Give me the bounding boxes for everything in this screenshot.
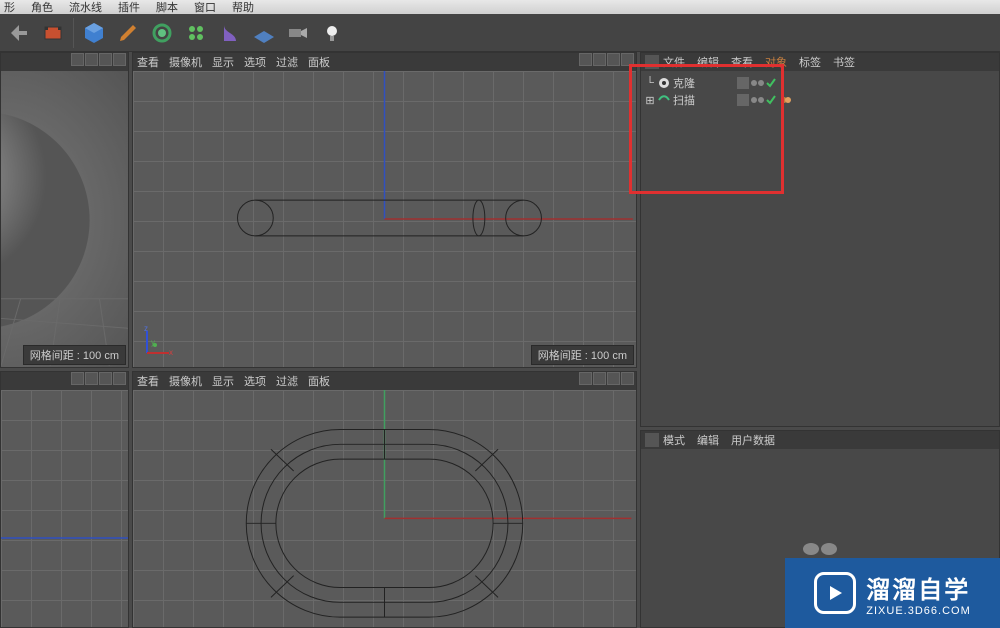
watermark-logo: 溜溜自学 ZIXUE.3D66.COM — [785, 558, 1000, 628]
svg-text:y: y — [151, 338, 155, 347]
object-manager-header: 文件 编辑 查看 对象 标签 书签 — [641, 53, 999, 71]
viewport-nav-icon[interactable] — [71, 372, 84, 385]
menu-item[interactable]: 形 — [4, 0, 15, 15]
obj-menu-item[interactable]: 编辑 — [697, 54, 719, 70]
viewport-header: 查看 摄像机 显示 选项 过滤 面板 — [133, 372, 636, 390]
vp-menu-item[interactable]: 摄像机 — [169, 373, 202, 389]
viewport-nav-icon[interactable] — [621, 372, 634, 385]
array-icon[interactable] — [181, 18, 211, 48]
main-menubar: 形 角色 流水线 插件 脚本 窗口 帮助 — [0, 0, 1000, 14]
object-manager-panel: 文件 编辑 查看 对象 标签 书签 └ 克隆 — [640, 52, 1000, 427]
tag-icon[interactable] — [780, 94, 792, 106]
menu-item[interactable]: 脚本 — [156, 0, 178, 15]
main-toolbar — [0, 14, 1000, 52]
viewport-nav-icon[interactable] — [607, 372, 620, 385]
viewport-header — [1, 53, 128, 71]
pen-icon[interactable] — [113, 18, 143, 48]
vp-menu-item[interactable]: 显示 — [212, 54, 234, 70]
menu-item[interactable]: 角色 — [31, 0, 53, 15]
vp-menu-item[interactable]: 过滤 — [276, 373, 298, 389]
object-name-label[interactable]: 克隆 — [673, 75, 733, 91]
viewport-header — [1, 372, 128, 390]
layer-swatch[interactable] — [737, 94, 749, 106]
obj-menu-item[interactable]: 标签 — [799, 54, 821, 70]
viewport-perspective[interactable]: 网格间距 : 100 cm — [0, 52, 129, 368]
sweep-icon — [657, 93, 671, 107]
viewport-nav-icon[interactable] — [85, 53, 98, 66]
menu-item[interactable]: 流水线 — [69, 0, 102, 15]
object-tree-item[interactable]: ⊞ 扫描 — [645, 92, 995, 108]
viewport-nav-icon[interactable] — [99, 372, 112, 385]
vp-menu-item[interactable]: 摄像机 — [169, 54, 202, 70]
watermark-title: 溜溜自学 — [866, 570, 970, 605]
vp-menu-item[interactable]: 面板 — [308, 373, 330, 389]
expand-icon[interactable]: ⊞ — [645, 94, 655, 107]
svg-text:x: x — [169, 348, 173, 357]
viewport-nav-icon[interactable] — [113, 372, 126, 385]
deformer-icon[interactable] — [215, 18, 245, 48]
viewport-nav-icon[interactable] — [71, 53, 84, 66]
viewport-left[interactable] — [0, 371, 129, 628]
viewport-nav-icon[interactable] — [99, 53, 112, 66]
menu-item[interactable]: 帮助 — [232, 0, 254, 15]
floor-icon[interactable] — [249, 18, 279, 48]
menu-item[interactable]: 插件 — [118, 0, 140, 15]
vp-menu-item[interactable]: 过滤 — [276, 54, 298, 70]
object-tree[interactable]: └ 克隆 ⊞ 扫描 — [641, 71, 999, 113]
obj-menu-item[interactable]: 查看 — [731, 54, 753, 70]
viewport-nav-icon[interactable] — [579, 372, 592, 385]
object-tree-item[interactable]: └ 克隆 — [645, 75, 995, 91]
tree-line-icon: └ — [645, 77, 655, 89]
grip-icon[interactable] — [645, 433, 659, 447]
grid-info-label: 网格间距 : 100 cm — [531, 345, 634, 365]
attr-menu-item[interactable]: 模式 — [663, 432, 685, 448]
obj-menu-item[interactable]: 文件 — [663, 54, 685, 70]
light-icon[interactable] — [317, 18, 347, 48]
object-name-label[interactable]: 扫描 — [673, 92, 733, 108]
grid-info-label: 网格间距 : 100 cm — [23, 345, 126, 365]
vp-menu-item[interactable]: 选项 — [244, 373, 266, 389]
viewport-nav-icon[interactable] — [579, 53, 592, 66]
grip-icon[interactable] — [645, 55, 659, 69]
watermark-subtitle: ZIXUE.3D66.COM — [866, 605, 970, 617]
vp-menu-item[interactable]: 显示 — [212, 373, 234, 389]
attr-menu-item[interactable]: 用户数据 — [731, 432, 775, 448]
cube-icon[interactable] — [79, 18, 109, 48]
viewport-nav-icon[interactable] — [593, 372, 606, 385]
vp-menu-item[interactable]: 面板 — [308, 54, 330, 70]
viewport-nav-icon[interactable] — [621, 53, 634, 66]
attribute-manager-header: 模式 编辑 用户数据 — [641, 431, 999, 449]
viewport-nav-icon[interactable] — [85, 372, 98, 385]
obj-menu-item[interactable]: 对象 — [765, 54, 787, 70]
film-icon[interactable] — [38, 18, 68, 48]
visibility-dots[interactable] — [751, 97, 764, 103]
camera-icon[interactable] — [283, 18, 313, 48]
obj-menu-item[interactable]: 书签 — [833, 54, 855, 70]
visibility-dots[interactable] — [751, 80, 764, 86]
viewport-header: 查看 摄像机 显示 选项 过滤 面板 — [133, 53, 636, 71]
vp-menu-item[interactable]: 查看 — [137, 54, 159, 70]
viewport-top[interactable]: 查看 摄像机 显示 选项 过滤 面板 顶视图 — [132, 52, 637, 368]
vp-menu-item[interactable]: 查看 — [137, 373, 159, 389]
clone-icon — [657, 76, 671, 90]
viewport-nav-icon[interactable] — [113, 53, 126, 66]
nurbs-icon[interactable] — [147, 18, 177, 48]
layer-swatch[interactable] — [737, 77, 749, 89]
empty-state-icon — [641, 539, 999, 559]
check-icon[interactable] — [766, 95, 776, 105]
check-icon[interactable] — [766, 78, 776, 88]
viewport-nav-icon[interactable] — [593, 53, 606, 66]
play-icon — [814, 572, 856, 614]
axis-gizmo-icon: z x y — [139, 325, 175, 361]
svg-text:z: z — [144, 325, 148, 333]
viewport-nav-icon[interactable] — [607, 53, 620, 66]
history-back-icon[interactable] — [4, 18, 34, 48]
vp-menu-item[interactable]: 选项 — [244, 54, 266, 70]
viewport-front[interactable]: 查看 摄像机 显示 选项 过滤 面板 正视图 — [132, 371, 637, 628]
menu-item[interactable]: 窗口 — [194, 0, 216, 15]
attr-menu-item[interactable]: 编辑 — [697, 432, 719, 448]
